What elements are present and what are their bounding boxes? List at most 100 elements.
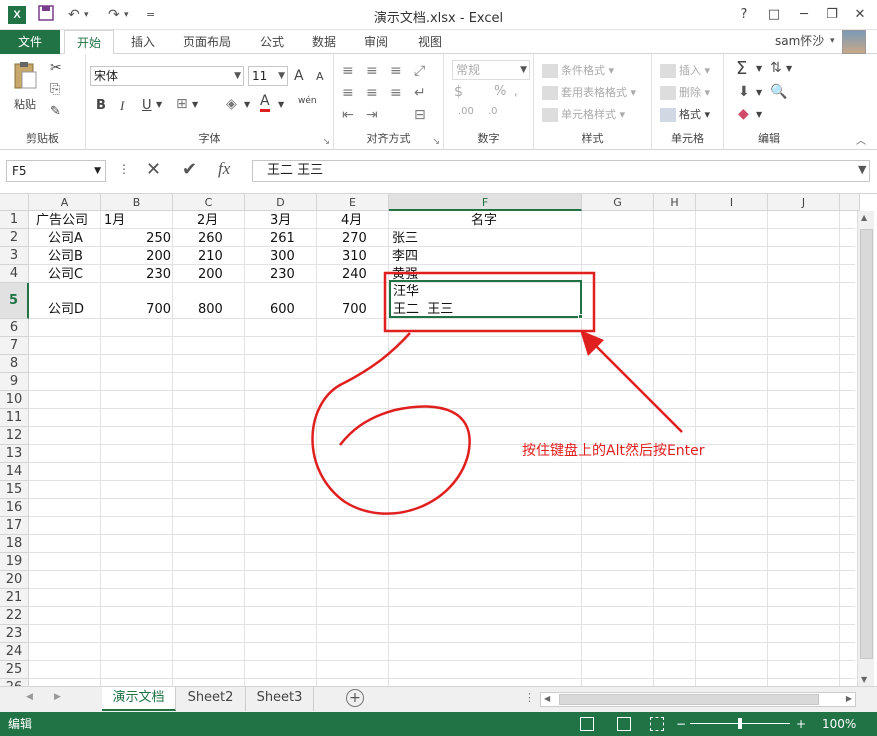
cell-a4[interactable]: 公司C [48, 266, 83, 283]
row-header-11[interactable]: 11 [0, 409, 29, 427]
add-sheet-button[interactable]: + [346, 689, 364, 707]
shrink-font-icon[interactable]: A [316, 70, 324, 83]
minimize-button[interactable]: ─ [792, 5, 816, 25]
row-header-21[interactable]: 21 [0, 589, 29, 607]
column-header-c[interactable]: C [173, 194, 245, 211]
column-header-j[interactable]: J [768, 194, 840, 211]
row-header-3[interactable]: 3 [0, 247, 29, 265]
merge-center-icon[interactable]: ⊟ [414, 104, 426, 126]
fill-color-dropdown-icon[interactable]: ▼ [244, 100, 250, 109]
clear-dropdown-icon[interactable]: ▼ [756, 110, 762, 119]
align-bottom-icon[interactable]: ≡ [390, 60, 402, 82]
cell-a3[interactable]: 公司B [48, 248, 83, 265]
cell-b1[interactable]: 1月 [104, 212, 125, 229]
zoom-in-icon[interactable]: + [796, 712, 806, 736]
row-header-10[interactable]: 10 [0, 391, 29, 409]
underline-button[interactable]: U [142, 98, 152, 113]
cell-d3[interactable]: 300 [270, 248, 295, 265]
row-header-9[interactable]: 9 [0, 373, 29, 391]
fill-color-icon[interactable]: ◈ [226, 96, 237, 112]
align-right-icon[interactable]: ≡ [390, 82, 402, 104]
align-top-icon[interactable]: ≡ [342, 60, 354, 82]
cancel-entry-icon[interactable]: ✕ [146, 159, 161, 180]
column-header-e[interactable]: E [317, 194, 389, 211]
sort-filter-dropdown-icon[interactable]: ▼ [786, 64, 792, 73]
formula-input[interactable]: 王二 王三 [252, 160, 870, 182]
border-dropdown-icon[interactable]: ▼ [192, 100, 198, 109]
conditional-formatting-button[interactable]: 条件格式 ▾ [542, 62, 614, 78]
cell-b4[interactable]: 230 [101, 266, 171, 283]
page-break-view-icon[interactable] [650, 717, 664, 731]
format-cells-button[interactable]: 格式 ▾ [660, 106, 710, 122]
increase-indent-icon[interactable]: ⇥ [366, 104, 378, 126]
row-header-18[interactable]: 18 [0, 535, 29, 553]
column-header-g[interactable]: G [582, 194, 654, 211]
currency-icon[interactable]: $ [454, 84, 463, 100]
zoom-slider-thumb[interactable] [738, 718, 742, 729]
scroll-left-icon[interactable]: ◀ [544, 694, 550, 703]
sheet-tab-sheet2[interactable]: Sheet2 [176, 687, 246, 711]
horizontal-scrollbar[interactable]: ◀ ▶ [540, 692, 856, 707]
tab-formulas[interactable]: 公式 [250, 30, 294, 54]
cut-icon[interactable]: ✂ [50, 60, 62, 76]
row-header-7[interactable]: 7 [0, 337, 29, 355]
column-header-b[interactable]: B [101, 194, 173, 211]
cell-b5[interactable]: 700 [101, 301, 171, 318]
cell-c5[interactable]: 800 [198, 301, 223, 318]
clear-icon[interactable]: ◆ [738, 106, 749, 122]
cell-a5[interactable]: 公司D [48, 301, 84, 318]
orientation-icon[interactable]: ⤢ [414, 60, 425, 82]
insert-cells-button[interactable]: 插入 ▾ [660, 62, 710, 78]
row-header-2[interactable]: 2 [0, 229, 29, 247]
row-header-22[interactable]: 22 [0, 607, 29, 625]
row-header-6[interactable]: 6 [0, 319, 29, 337]
ribbon-display-options-button[interactable]: □ [762, 5, 786, 25]
copy-icon[interactable]: ⎘ [50, 82, 60, 97]
insert-function-icon[interactable]: fx [218, 159, 230, 179]
tab-split-handle-icon[interactable]: ⋮ [524, 691, 535, 704]
avatar[interactable] [842, 30, 866, 54]
row-header-15[interactable]: 15 [0, 481, 29, 499]
cell-f1[interactable]: 名字 [471, 212, 497, 229]
confirm-entry-icon[interactable]: ✔ [182, 159, 197, 180]
next-sheet-icon[interactable]: ▶ [54, 692, 61, 702]
user-dropdown-icon[interactable]: ▾ [830, 30, 835, 52]
align-middle-icon[interactable]: ≡ [366, 60, 378, 82]
vertical-scrollbar[interactable]: ▲ ▼ [857, 211, 874, 686]
italic-button[interactable]: I [120, 98, 124, 114]
fill-handle[interactable] [578, 314, 583, 319]
scroll-down-icon[interactable]: ▼ [861, 675, 867, 684]
scroll-up-icon[interactable]: ▲ [861, 213, 867, 222]
row-header-23[interactable]: 23 [0, 625, 29, 643]
cell-e3[interactable]: 310 [342, 248, 367, 265]
wrap-text-icon[interactable]: ↵ [414, 82, 426, 104]
phonetic-guide-icon[interactable]: wén [298, 96, 317, 106]
cell-e4[interactable]: 240 [342, 266, 367, 283]
paste-label[interactable]: 粘贴 [14, 96, 36, 112]
align-center-icon[interactable]: ≡ [366, 82, 378, 104]
dialog-launcher-icon[interactable]: ↘ [322, 137, 330, 147]
tab-data[interactable]: 数据 [302, 30, 346, 54]
column-header-i[interactable]: I [696, 194, 768, 211]
user-name[interactable]: sam怀沙 [775, 30, 824, 52]
restore-button[interactable]: ❐ [820, 5, 844, 25]
row-header-19[interactable]: 19 [0, 553, 29, 571]
column-header-h[interactable]: H [654, 194, 696, 211]
scroll-right-icon[interactable]: ▶ [846, 694, 852, 703]
tab-home[interactable]: 开始 [64, 30, 114, 55]
cell-e5[interactable]: 700 [342, 301, 367, 318]
tab-file[interactable]: 文件 [0, 30, 60, 54]
dialog-launcher-icon[interactable]: ↘ [432, 137, 440, 147]
row-header-17[interactable]: 17 [0, 517, 29, 535]
delete-cells-button[interactable]: 删除 ▾ [660, 84, 710, 100]
format-as-table-button[interactable]: 套用表格格式 ▾ [542, 84, 636, 100]
row-header-12[interactable]: 12 [0, 427, 29, 445]
percent-icon[interactable]: % [494, 84, 506, 99]
row-header-25[interactable]: 25 [0, 661, 29, 679]
align-left-icon[interactable]: ≡ [342, 82, 354, 104]
column-header-a[interactable]: A [29, 194, 101, 211]
tab-page-layout[interactable]: 页面布局 [172, 30, 242, 54]
spreadsheet-grid[interactable]: A B C D E F G H I J 广告公司 1月 2月 3月 4月 名字 … [0, 194, 877, 686]
cell-styles-button[interactable]: 单元格样式 ▾ [542, 106, 625, 122]
cell-c4[interactable]: 200 [198, 266, 223, 283]
